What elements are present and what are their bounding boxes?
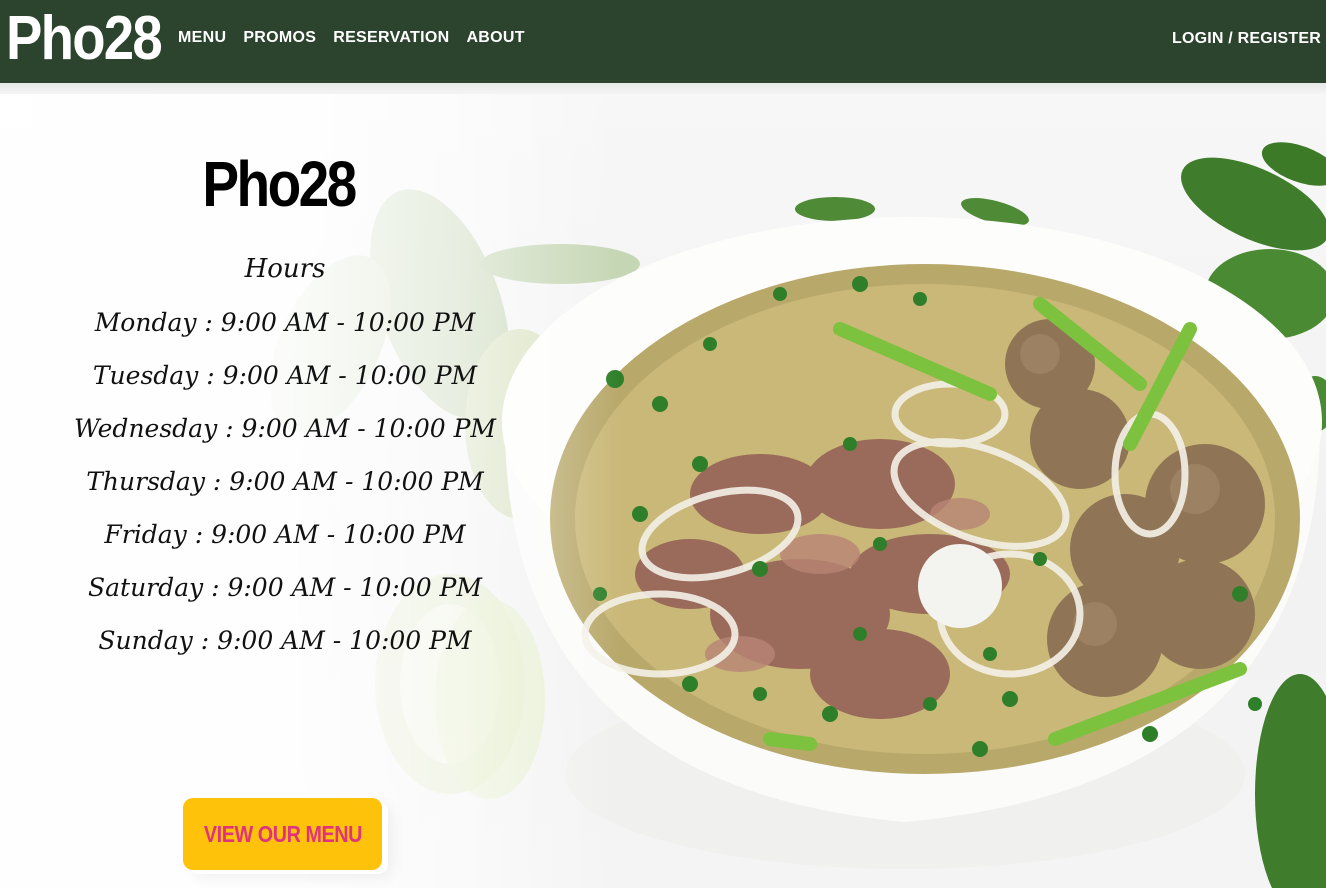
hours-panel: Pho28 Hours Monday : 9:00 AM - 10:00 PM … bbox=[55, 152, 515, 667]
hours-friday: Friday : 9:00 AM - 10:00 PM bbox=[104, 520, 466, 549]
nav-link-about[interactable]: ABOUT bbox=[466, 29, 524, 47]
hours-monday: Monday : 9:00 AM - 10:00 PM bbox=[94, 308, 476, 337]
hero-title: Pho28 bbox=[202, 148, 358, 220]
hours-wednesday: Wednesday : 9:00 AM - 10:00 PM bbox=[73, 414, 497, 443]
main-menu: MENU PROMOS RESERVATION ABOUT bbox=[178, 29, 525, 47]
hours-saturday: Saturday : 9:00 AM - 10:00 PM bbox=[88, 573, 482, 602]
hours-tuesday: Tuesday : 9:00 AM - 10:00 PM bbox=[92, 361, 478, 390]
view-menu-button[interactable]: VIEW OUR MENU bbox=[183, 798, 382, 870]
brand-logo[interactable]: Pho28 bbox=[6, 4, 163, 74]
hours-list: Monday : 9:00 AM - 10:00 PM Tuesday : 9:… bbox=[55, 296, 515, 667]
hours-sunday: Sunday : 9:00 AM - 10:00 PM bbox=[98, 626, 472, 655]
top-nav: Pho28 MENU PROMOS RESERVATION ABOUT LOGI… bbox=[0, 0, 1326, 83]
view-menu-button-label: VIEW OUR MENU bbox=[203, 820, 362, 847]
hours-thursday: Thursday : 9:00 AM - 10:00 PM bbox=[86, 467, 484, 496]
nav-link-menu[interactable]: MENU bbox=[178, 29, 226, 47]
hours-heading: Hours bbox=[244, 254, 326, 284]
nav-link-promos[interactable]: PROMOS bbox=[243, 29, 316, 47]
nav-divider bbox=[0, 83, 1326, 94]
login-register-link[interactable]: LOGIN / REGISTER bbox=[1172, 30, 1321, 48]
nav-link-reservation[interactable]: RESERVATION bbox=[333, 29, 449, 47]
